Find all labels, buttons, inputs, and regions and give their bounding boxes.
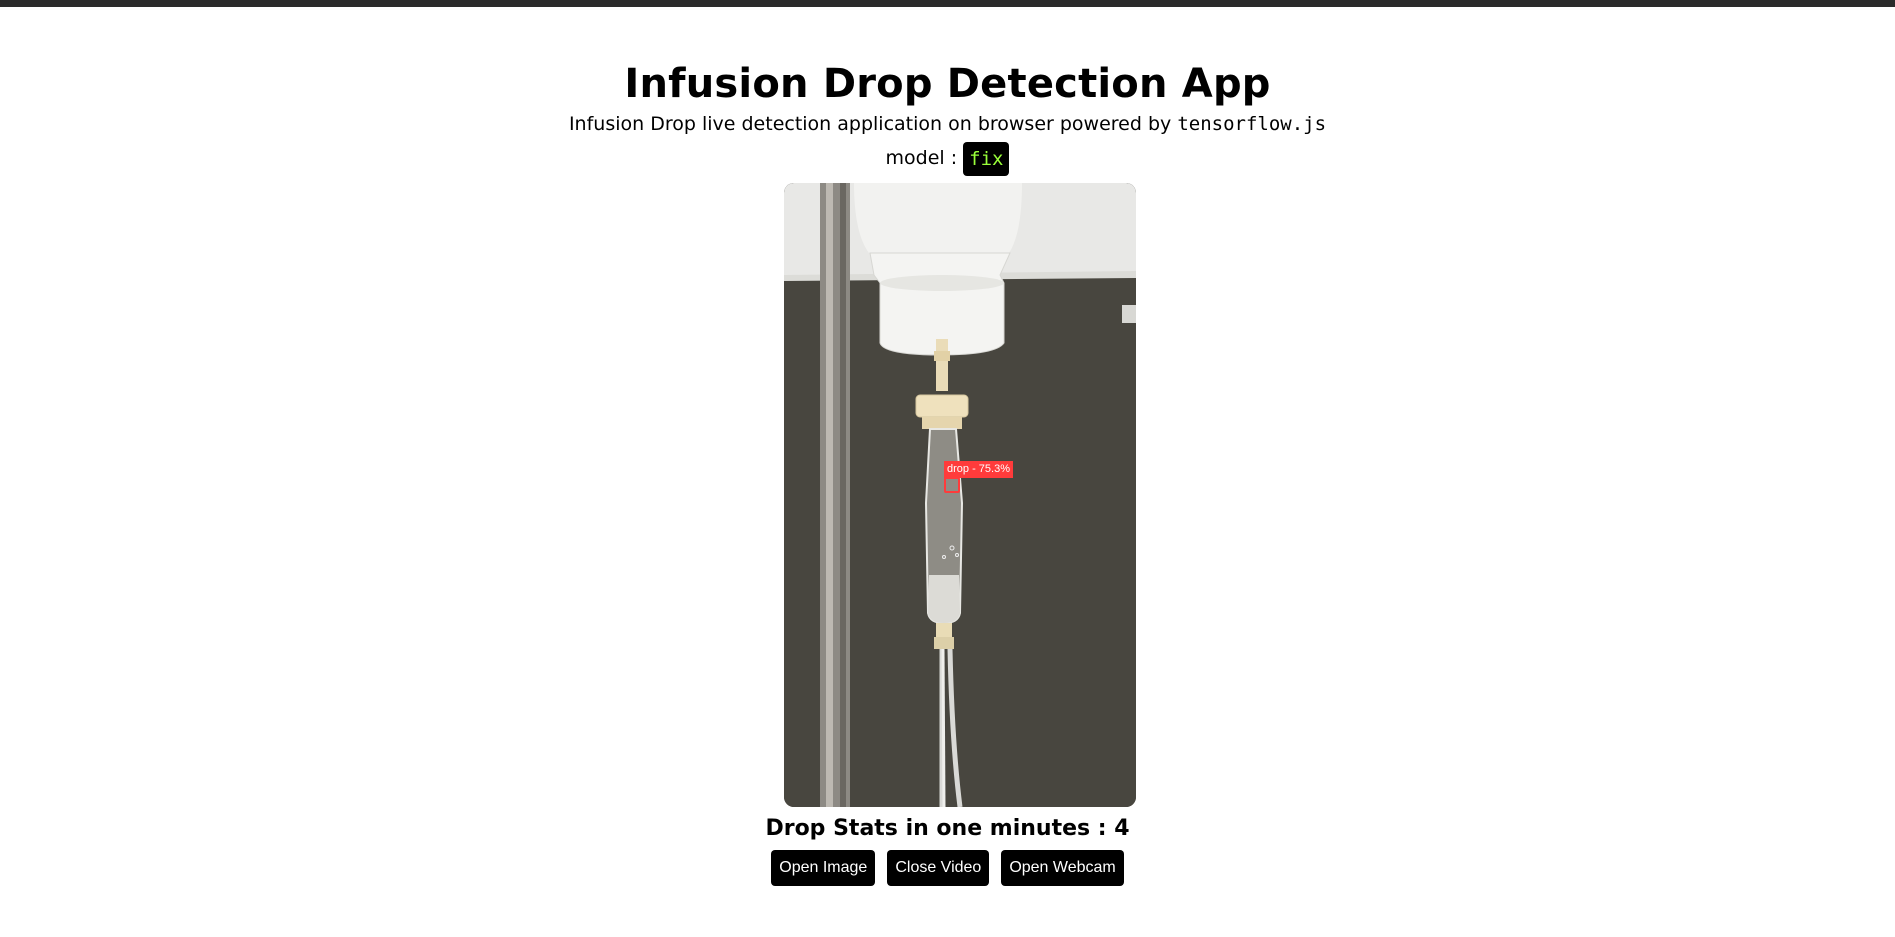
page-subtitle: Infusion Drop live detection application… xyxy=(0,111,1895,137)
model-info: model : fix xyxy=(0,140,1895,176)
subtitle-text: Infusion Drop live detection application… xyxy=(568,113,1178,135)
tensorflow-code: tensorflow.js xyxy=(1177,113,1327,135)
model-badge: fix xyxy=(963,141,1010,176)
drop-stats-label: Drop Stats in one minutes : xyxy=(765,816,1115,841)
detection-box xyxy=(944,477,960,493)
drop-stats: Drop Stats in one minutes : 4 xyxy=(0,815,1895,843)
detection-label: drop - 75.3% xyxy=(944,461,1013,478)
model-label: model : xyxy=(885,147,964,169)
video-viewer: drop - 75.3% xyxy=(784,183,1136,807)
page-title: Infusion Drop Detection App xyxy=(624,61,1271,107)
video-frame xyxy=(784,183,1136,807)
close-video-button[interactable]: Close Video xyxy=(887,850,990,886)
button-group: Open Image Close Video Open Webcam xyxy=(0,850,1895,886)
app-container: Infusion Drop Detection App Infusion Dro… xyxy=(0,0,1895,937)
open-image-button[interactable]: Open Image xyxy=(771,850,876,886)
drop-stats-value: 4 xyxy=(1114,816,1130,841)
open-webcam-button[interactable]: Open Webcam xyxy=(1001,850,1124,886)
